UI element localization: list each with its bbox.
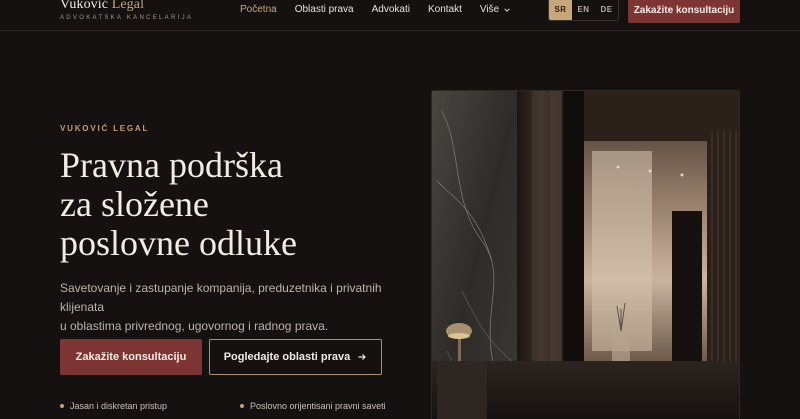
logo-name-accent: Legal <box>111 0 145 12</box>
chevron-down-icon <box>504 7 510 12</box>
hero-image-office-interior <box>431 90 740 419</box>
nav-item-advokati[interactable]: Advokati <box>372 4 410 15</box>
logo-name-main: Vuković <box>60 0 109 12</box>
hero-headline: Pravna podrška za složene poslovne odluk… <box>60 146 360 263</box>
headline-line: za složene <box>60 184 209 224</box>
view-practice-areas-label: Pogledajte oblasti prava <box>223 351 351 363</box>
lead-line: Savetovanje i zastupanje kompanija, pred… <box>60 281 382 314</box>
nav-item-kontakt[interactable]: Kontakt <box>428 4 462 15</box>
schedule-consultation-button[interactable]: Zakažite konsultaciju <box>60 339 202 375</box>
site-header: Vuković Legal ADVOKATSKA KANCELARIJA Poč… <box>0 0 800 31</box>
hero-bullets: Jasan i diskretan pristup Poslovno orije… <box>60 401 386 411</box>
hero-lead: Savetovanje i zastupanje kompanija, pred… <box>60 279 410 336</box>
bullet-text: Jasan i diskretan pristup <box>70 401 168 411</box>
lang-sr[interactable]: SR <box>549 0 572 20</box>
lang-de[interactable]: DE <box>595 0 618 20</box>
logo[interactable]: Vuković Legal ADVOKATSKA KANCELARIJA <box>60 0 193 22</box>
language-switcher: SR EN DE <box>548 0 619 21</box>
logo-name: Vuković Legal <box>60 0 193 13</box>
bullet-item: Jasan i diskretan pristup <box>60 401 240 411</box>
arrow-right-icon <box>358 354 367 360</box>
nav-item-vise[interactable]: Više <box>480 4 511 15</box>
nav-item-oblasti-prava[interactable]: Oblasti prava <box>295 4 354 15</box>
office-interior-illustration <box>432 91 739 419</box>
hero-eyebrow: VUKOVIĆ LEGAL <box>60 124 150 133</box>
bullet-item: Poslovno orijentisani pravni saveti <box>240 401 386 411</box>
header-consultation-button[interactable]: Zakažite konsultaciju <box>628 0 740 23</box>
bullet-dot <box>60 404 64 408</box>
nav-item-pocetna[interactable]: Početna <box>240 4 277 15</box>
bullet-text: Poslovno orijentisani pravni saveti <box>250 401 386 411</box>
bullet-dot <box>240 404 244 408</box>
main-nav: Početna Oblasti prava Advokati Kontakt V… <box>240 4 529 15</box>
lang-en[interactable]: EN <box>572 0 595 20</box>
view-practice-areas-button[interactable]: Pogledajte oblasti prava <box>209 339 382 375</box>
headline-line: Pravna podrška <box>60 145 283 185</box>
logo-tagline: ADVOKATSKA KANCELARIJA <box>60 15 194 21</box>
lead-line: u oblastima privrednog, ugovornog i radn… <box>60 319 329 333</box>
headline-line: poslovne odluke <box>60 223 297 263</box>
nav-item-vise-label: Više <box>479 4 500 15</box>
